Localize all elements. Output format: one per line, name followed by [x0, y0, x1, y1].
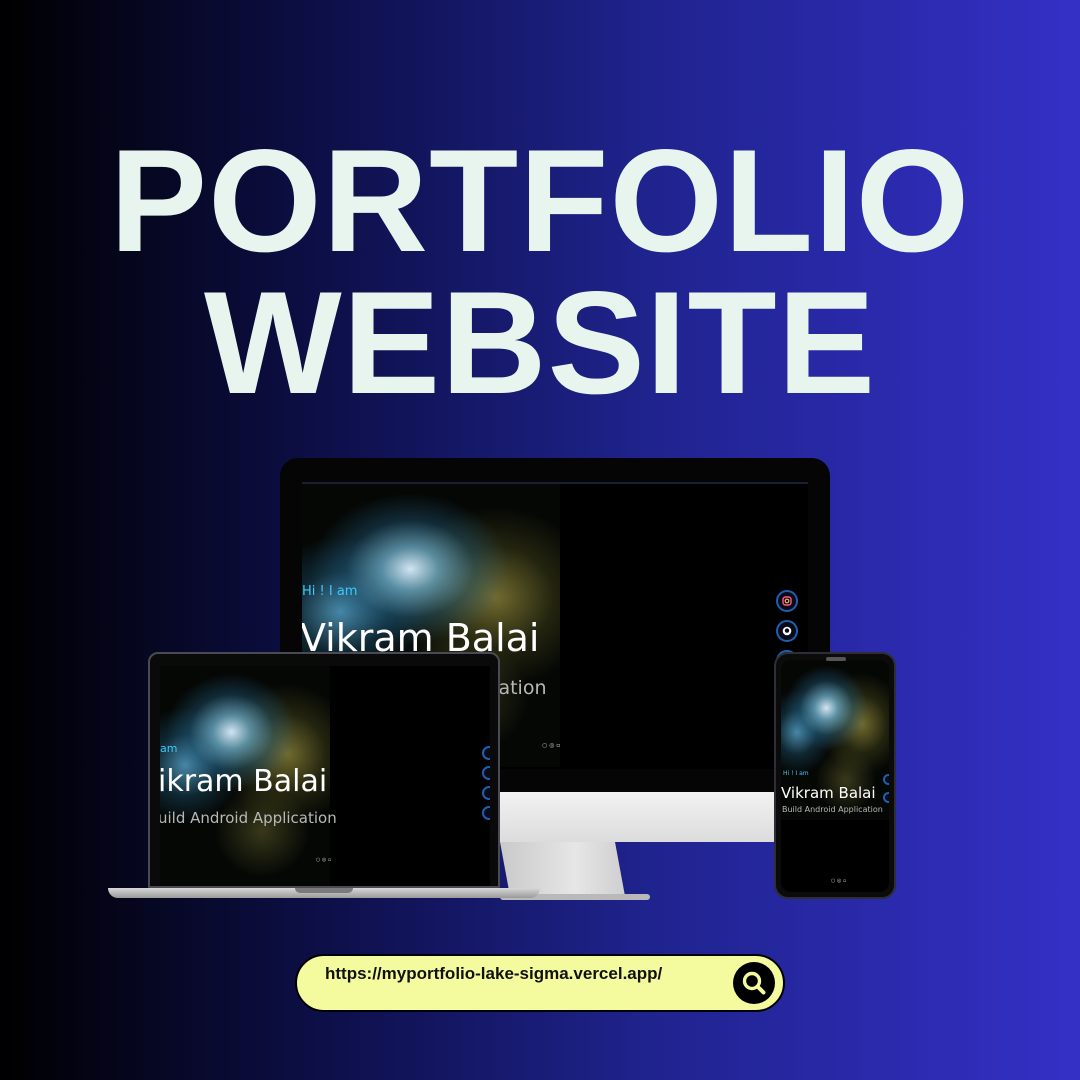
laptop-screen: am ikram Balai uild Android Application …: [160, 666, 490, 886]
hero-name: ikram Balai: [160, 764, 328, 799]
hero-greeting: Hi ! I am: [783, 770, 809, 777]
headline-line-2: WEBSITE: [203, 261, 877, 424]
phone-screen: Hi ! I am Vikram Balai Build Android App…: [781, 660, 889, 892]
laptop-mockup: am ikram Balai uild Android Application …: [108, 652, 540, 900]
search-icon: [742, 971, 766, 995]
github-icon[interactable]: [883, 792, 889, 803]
hero-greeting: Hi ! I am: [302, 584, 358, 599]
laptop-lid: am ikram Balai uild Android Application …: [148, 652, 500, 888]
github-icon[interactable]: [482, 766, 490, 780]
laptop-notch: [295, 888, 353, 893]
instagram-icon[interactable]: [482, 746, 490, 760]
headline-line-1: PORTFOLIO: [109, 119, 971, 282]
footer-dots: ○ ◎ ▫: [316, 857, 332, 863]
instagram-icon[interactable]: [883, 774, 889, 785]
footer-dots: ○ ◎ ▫: [542, 742, 561, 749]
hero-role: uild Android Application: [160, 809, 337, 827]
github-icon[interactable]: [776, 620, 798, 642]
social-icon[interactable]: [482, 806, 490, 820]
hero-greeting: am: [160, 742, 178, 755]
linkedin-icon[interactable]: [482, 786, 490, 800]
footer-dots: ○ ◎ ▫: [831, 878, 847, 884]
search-button[interactable]: [733, 962, 775, 1004]
instagram-icon[interactable]: [776, 590, 798, 612]
hero-role: Build Android Application: [782, 805, 883, 814]
url-search-bar[interactable]: https://myportfolio-lake-sigma.vercel.ap…: [295, 954, 785, 1012]
phone-mockup: Hi ! I am Vikram Balai Build Android App…: [774, 652, 896, 899]
phone-speaker: [826, 657, 846, 661]
hero-name: Vikram Balai: [781, 784, 876, 802]
url-text[interactable]: https://myportfolio-lake-sigma.vercel.ap…: [325, 964, 685, 984]
